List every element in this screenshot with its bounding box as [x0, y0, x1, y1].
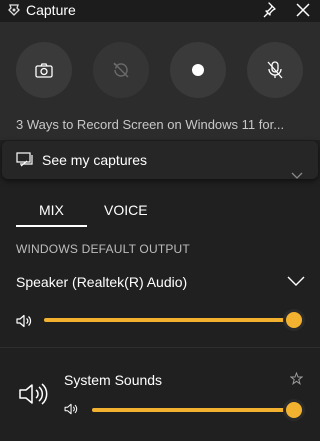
record-last-30s-button[interactable] — [93, 42, 149, 98]
record-dot-icon — [192, 64, 204, 76]
chevron-down-icon — [291, 172, 303, 179]
title-bar: Capture — [0, 0, 320, 22]
app-volume-row — [0, 348, 320, 441]
tab-selected-underline — [16, 225, 87, 227]
app-volume-slider[interactable] — [92, 408, 294, 412]
start-recording-button[interactable] — [170, 42, 226, 98]
chevron-down-icon[interactable] — [287, 276, 305, 287]
app-volume-thumb[interactable] — [286, 402, 302, 418]
mic-off-icon — [267, 61, 283, 79]
window-title: Capture — [26, 2, 76, 18]
speaker-volume-icon[interactable] — [16, 314, 33, 328]
close-icon[interactable] — [294, 1, 312, 19]
tab-mix[interactable]: MIX — [39, 202, 64, 218]
output-section-label: WINDOWS DEFAULT OUTPUT — [16, 242, 190, 256]
output-device-name[interactable]: Speaker (Realtek(R) Audio) — [16, 274, 187, 290]
history-disabled-icon — [113, 62, 129, 78]
capture-target-description: 3 Ways to Record Screen on Windows 11 fo… — [16, 117, 285, 132]
speaker-icon — [19, 383, 48, 405]
app-volume-icon[interactable] — [64, 403, 79, 415]
gallery-icon — [16, 152, 33, 167]
device-volume-slider[interactable] — [44, 318, 294, 322]
app-volume-fill — [92, 408, 294, 412]
capture-widget-icon — [8, 4, 20, 16]
device-volume-fill — [44, 318, 294, 322]
tab-voice[interactable]: VOICE — [104, 202, 148, 218]
pin-icon[interactable] — [262, 1, 280, 19]
app-name-system-sounds: System Sounds — [64, 372, 163, 388]
capture-panel: 3 Ways to Record Screen on Windows 11 fo… — [0, 22, 320, 140]
audio-tabs: MIX VOICE — [0, 198, 320, 228]
see-my-captures-label: See my captures — [42, 152, 148, 168]
device-volume-thumb[interactable] — [286, 312, 302, 328]
see-my-captures-button[interactable]: See my captures — [2, 141, 318, 179]
favorite-star-icon[interactable] — [290, 372, 303, 385]
camera-icon — [35, 62, 53, 78]
screenshot-button[interactable] — [16, 42, 72, 98]
microphone-button[interactable] — [247, 42, 303, 98]
